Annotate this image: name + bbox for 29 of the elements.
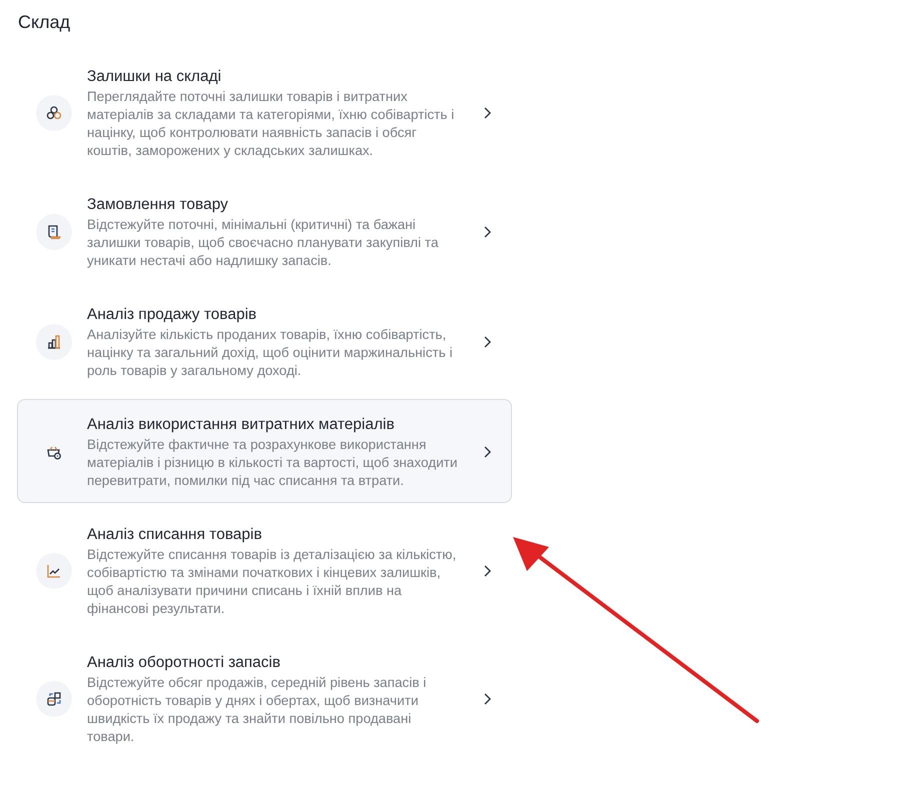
card-description: Відстежуйте фактичне та розрахункове використання матеріалів і різницю в кількості та вартості, щоб знаходити перевитрати, помилки під час списання та втрати. [87, 436, 458, 490]
chevron-right-icon [484, 565, 491, 577]
report-card[interactable]: Аналіз продажу товарів Аналізуйте кількість проданих товарів, їхню собівартість, націнку та загальний дохід, щоб оцінити маржинальність і роль товарів у загальному доході. [17, 289, 512, 393]
card-title: Аналіз продажу товарів [87, 305, 258, 325]
card-title: Аналіз списання товарів [87, 525, 263, 545]
chevron-right-icon [484, 693, 491, 705]
bar-chart-icon [46, 334, 62, 350]
card-description: Відстежуйте поточні, мінімальні (критичні) та бажані залишки товарів, щоб своєчасно планувати закупівлі та уникати нестачі або надлишку запасів. [87, 216, 440, 270]
card-title: Залишки на складі [87, 67, 222, 87]
card-title: Аналіз оборотності запасів [87, 653, 282, 673]
report-card[interactable]: Замовлення товару Відстежуйте поточні, мінімальні (критичні) та бажані залишки товарів, щоб своєчасно планувати закупівлі та уникати нестачі або надлишку запасів. [17, 179, 512, 283]
chevron-right-icon [484, 446, 491, 458]
chevron-right-icon [484, 226, 491, 238]
chevron-right-icon [484, 336, 491, 348]
report-card[interactable]: Аналіз використання витратних матеріалів Відстежуйте фактичне та розрахункове використання матеріалів і різницю в кількості та вартості, щоб знаходити перевитрати, помилки під час списання та втрати. [17, 399, 512, 503]
card-description: Переглядайте поточні залишки товарів і витратних матеріалів за складами та категоріями, їхню собівартість і націнку, щоб контролювати наявність запасів і обсяг коштів, заморожених у складських залишках. [87, 88, 456, 160]
section-title: Склад [18, 12, 72, 33]
card-description: Відстежуйте обсяг продажів, середній рівень запасів і оборотність товарів у днях і обертах, щоб визначити швидкість їх продажу та знайти повільно продавані товари. [87, 674, 428, 746]
report-card[interactable]: Аналіз оборотності запасів Відстежуйте обсяг продажів, середній рівень запасів і оборотність товарів у днях і обертах, щоб визначити швидкість їх продажу та знайти повільно продавані товари. [17, 637, 512, 759]
exchange-icon [46, 691, 62, 707]
trend-chart-icon [46, 563, 62, 579]
chevron-right-icon [484, 107, 491, 119]
basket-icon [46, 444, 62, 460]
card-title: Замовлення товару [87, 195, 230, 215]
card-title: Аналіз використання витратних матеріалів [87, 415, 396, 435]
card-description: Відстежуйте списання товарів із деталізацією за кількістю, собівартістю та змінами початкових і кінцевих залишків, щоб аналізувати причини списань і їхній вплив на фінансові результати. [87, 546, 458, 618]
cubes-icon [46, 105, 62, 121]
scroll-icon [46, 224, 62, 240]
card-description: Аналізуйте кількість проданих товарів, їхню собівартість, націнку та загальний дохід, щоб оцінити маржинальність і роль товарів у загальному доході. [87, 326, 454, 380]
